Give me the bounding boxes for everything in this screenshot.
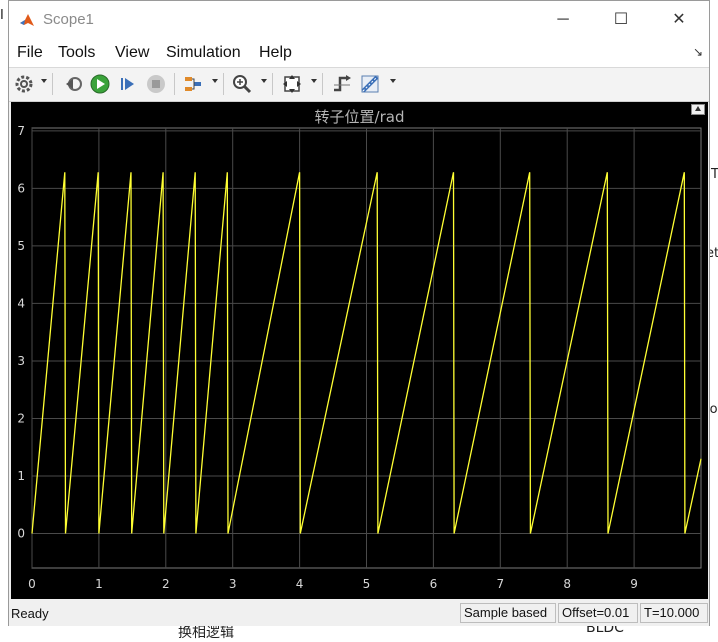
window-title: Scope1 <box>43 11 94 28</box>
y-tick-label: 3 <box>17 354 25 368</box>
x-tick-label: 1 <box>95 577 103 591</box>
autoscale-icon[interactable] <box>281 73 303 95</box>
y-tick-label: 6 <box>17 181 25 195</box>
maximize-button[interactable]: ☐ <box>599 7 643 33</box>
y-tick-label: 0 <box>17 526 25 540</box>
toolbar-separator <box>52 73 53 95</box>
x-tick-label: 4 <box>296 577 304 591</box>
y-tick-label: 4 <box>17 296 25 310</box>
rotor-position-chart: 0 1 2 3 4 5 6 7 8 901234567 <box>17 124 702 591</box>
dock-arrow-icon[interactable]: ↘ <box>693 45 703 59</box>
measurements-dropdown[interactable] <box>390 79 396 83</box>
title-bar[interactable]: Scope1 ─ ☐ ✕ <box>9 1 709 39</box>
background-fragment: T <box>711 167 718 182</box>
minimize-button[interactable]: ─ <box>541 7 585 33</box>
menu-file[interactable]: File <box>17 44 43 62</box>
x-tick-label: 3 <box>229 577 237 591</box>
toolbar-separator <box>174 73 175 95</box>
chart-title: 转子位置/rad <box>314 108 405 126</box>
status-ready: Ready <box>11 606 49 621</box>
zoom-icon[interactable] <box>231 73 253 95</box>
y-tick-label: 2 <box>17 411 25 425</box>
measurements-icon[interactable] <box>359 73 381 95</box>
menu-simulation[interactable]: Simulation <box>166 44 241 62</box>
step-back-icon[interactable] <box>62 73 84 95</box>
x-tick-label: 8 <box>563 577 571 591</box>
status-offset: Offset=0.01 <box>558 603 638 623</box>
status-time: T=10.000 <box>640 603 708 623</box>
matlab-icon <box>18 11 36 29</box>
close-button[interactable]: ✕ <box>657 7 701 33</box>
highlight-dropdown[interactable] <box>212 79 218 83</box>
run-icon[interactable] <box>89 73 111 95</box>
menu-tools[interactable]: Tools <box>58 44 95 62</box>
y-tick-label: 5 <box>17 239 25 253</box>
status-sample-mode: Sample based <box>460 603 556 623</box>
x-tick-label: 9 <box>630 577 638 591</box>
gear-icon[interactable] <box>13 73 35 95</box>
toolbar-separator <box>223 73 224 95</box>
menu-view[interactable]: View <box>115 44 149 62</box>
toolbar <box>9 68 709 102</box>
background-fragment: I <box>0 8 4 23</box>
highlight-icon[interactable] <box>182 73 204 95</box>
scope-display[interactable]: 012345678901234567 转子位置/rad <box>11 102 708 599</box>
undock-axes-icon[interactable] <box>691 104 705 115</box>
zoom-dropdown[interactable] <box>261 79 267 83</box>
menu-bar: File Tools View Simulation Help ↘ <box>9 39 709 68</box>
toolbar-separator <box>272 73 273 95</box>
step-forward-icon[interactable] <box>117 73 139 95</box>
y-tick-label: 1 <box>17 469 25 483</box>
gear-dropdown[interactable] <box>41 79 47 83</box>
x-tick-label: 7 <box>496 577 504 591</box>
triggers-icon[interactable] <box>331 73 353 95</box>
autoscale-dropdown[interactable] <box>311 79 317 83</box>
toolbar-separator <box>322 73 323 95</box>
x-tick-label: 0 <box>28 577 36 591</box>
x-tick-label: 6 <box>430 577 438 591</box>
menu-help[interactable]: Help <box>259 44 292 62</box>
status-bar: Ready Sample based Offset=0.01 T=10.000 <box>9 600 709 626</box>
x-tick-label: 2 <box>162 577 170 591</box>
x-tick-label: 5 <box>363 577 371 591</box>
stop-icon[interactable] <box>145 73 167 95</box>
scope-window: Scope1 ─ ☐ ✕ File Tools View Simulation … <box>8 0 710 626</box>
